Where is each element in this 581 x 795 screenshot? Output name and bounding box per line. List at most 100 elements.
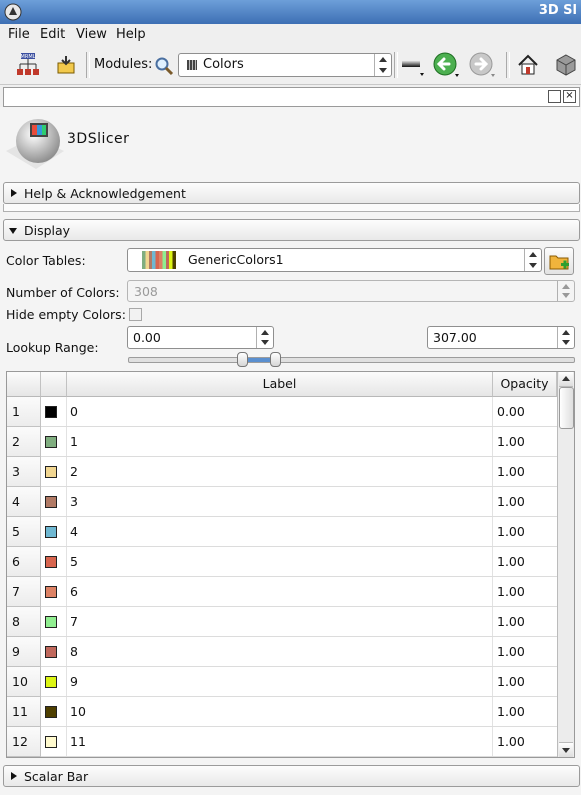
table-row[interactable]: 3 2 1.00 [7, 457, 557, 487]
label-cell[interactable]: 10 [70, 704, 86, 719]
color-swatch[interactable] [45, 526, 57, 538]
row-header[interactable]: 4 [7, 487, 41, 517]
label-cell[interactable]: 11 [70, 734, 86, 749]
color-swatch[interactable] [45, 616, 57, 628]
module-history-button[interactable] [398, 51, 426, 79]
row-header[interactable]: 12 [7, 727, 41, 757]
row-header[interactable]: 6 [7, 547, 41, 577]
help-acknowledgement-section[interactable]: Help & Acknowledgement [3, 182, 580, 204]
table-row[interactable]: 11 10 1.00 [7, 697, 557, 727]
table-row[interactable]: 1 0 0.00 [7, 397, 557, 427]
table-row[interactable]: 4 3 1.00 [7, 487, 557, 517]
range-slider-track[interactable] [128, 357, 575, 363]
color-swatch[interactable] [45, 406, 57, 418]
color-column-header[interactable] [41, 372, 67, 397]
float-icon[interactable] [548, 90, 561, 103]
opacity-cell[interactable]: 1.00 [497, 434, 525, 449]
opacity-cell[interactable]: 1.00 [497, 734, 525, 749]
scalar-bar-section[interactable]: Scalar Bar [3, 765, 580, 787]
range-slider-min-handle[interactable] [237, 352, 248, 367]
module-selector-arrows[interactable] [374, 54, 391, 76]
label-cell[interactable]: 5 [70, 554, 78, 569]
opacity-cell[interactable]: 0.00 [497, 404, 525, 419]
label-cell[interactable]: 8 [70, 644, 78, 659]
label-cell[interactable]: 3 [70, 494, 78, 509]
range-min-spin[interactable] [256, 327, 273, 348]
row-header[interactable]: 7 [7, 577, 41, 607]
color-table-selector[interactable]: GenericColors1 [127, 248, 542, 272]
module-selector[interactable]: Colors [178, 53, 392, 77]
row-header[interactable]: 3 [7, 457, 41, 487]
menu-file[interactable]: File [8, 27, 30, 42]
range-max-spinbox[interactable]: 307.00 [427, 326, 575, 349]
opacity-cell[interactable]: 1.00 [497, 674, 525, 689]
table-row[interactable]: 7 6 1.00 [7, 577, 557, 607]
close-icon[interactable]: × [563, 90, 576, 103]
label-cell[interactable]: 4 [70, 524, 78, 539]
color-swatch[interactable] [45, 676, 57, 688]
label-cell[interactable]: 1 [70, 434, 78, 449]
color-swatch[interactable] [45, 496, 57, 508]
table-scrollbar[interactable] [557, 372, 574, 757]
home-button[interactable] [514, 51, 542, 79]
color-swatch[interactable] [45, 586, 57, 598]
opacity-cell[interactable]: 1.00 [497, 494, 525, 509]
opacity-cell[interactable]: 1.00 [497, 644, 525, 659]
range-max-spin[interactable] [557, 327, 574, 348]
hide-empty-colors-checkbox[interactable] [129, 308, 142, 321]
row-index: 9 [12, 644, 20, 659]
table-row[interactable]: 2 1 1.00 [7, 427, 557, 457]
range-min-spinbox[interactable]: 0.00 [127, 326, 274, 349]
color-table-arrows[interactable] [524, 249, 541, 271]
menu-edit[interactable]: Edit [40, 27, 65, 42]
color-swatch[interactable] [45, 646, 57, 658]
color-swatch[interactable] [45, 466, 57, 478]
opacity-cell[interactable]: 1.00 [497, 584, 525, 599]
color-swatch[interactable] [45, 556, 57, 568]
menu-bar: File Edit View Help [0, 24, 581, 46]
search-icon[interactable] [154, 56, 174, 76]
label-cell[interactable]: 7 [70, 614, 78, 629]
scroll-down-button[interactable] [559, 742, 573, 757]
label-cell[interactable]: 6 [70, 584, 78, 599]
menu-view[interactable]: View [76, 27, 107, 42]
row-header[interactable]: 11 [7, 697, 41, 727]
extension-button[interactable] [552, 51, 580, 79]
opacity-cell[interactable]: 1.00 [497, 464, 525, 479]
table-row[interactable]: 10 9 1.00 [7, 667, 557, 697]
scroll-up-button[interactable] [559, 372, 573, 387]
opacity-cell[interactable]: 1.00 [497, 524, 525, 539]
scroll-thumb[interactable] [559, 387, 574, 429]
table-row[interactable]: 5 4 1.00 [7, 517, 557, 547]
color-swatch[interactable] [45, 706, 57, 718]
forward-button[interactable] [468, 51, 496, 79]
table-row[interactable]: 12 11 1.00 [7, 727, 557, 757]
save-scene-button[interactable] [52, 51, 80, 79]
range-slider-max-handle[interactable] [270, 352, 281, 367]
label-cell[interactable]: 2 [70, 464, 78, 479]
color-swatch[interactable] [45, 436, 57, 448]
back-button[interactable] [432, 51, 460, 79]
load-color-table-button[interactable] [544, 247, 574, 275]
row-header[interactable]: 2 [7, 427, 41, 457]
row-header[interactable]: 1 [7, 397, 41, 427]
row-header[interactable]: 8 [7, 607, 41, 637]
opacity-cell[interactable]: 1.00 [497, 704, 525, 719]
table-row[interactable]: 6 5 1.00 [7, 547, 557, 577]
label-cell[interactable]: 0 [70, 404, 78, 419]
row-header[interactable]: 9 [7, 637, 41, 667]
table-row[interactable]: 8 7 1.00 [7, 607, 557, 637]
opacity-cell[interactable]: 1.00 [497, 554, 525, 569]
opacity-cell[interactable]: 1.00 [497, 614, 525, 629]
display-section[interactable]: Display [3, 219, 580, 241]
row-header[interactable]: 5 [7, 517, 41, 547]
menu-help[interactable]: Help [116, 27, 146, 42]
label-column-header[interactable]: Label [67, 372, 493, 397]
table-row[interactable]: 9 8 1.00 [7, 637, 557, 667]
opacity-column-header[interactable]: Opacity [493, 372, 557, 397]
label-cell[interactable]: 9 [70, 674, 78, 689]
color-table-view[interactable]: Label Opacity 1 0 0.00 2 1 1.00 3 2 1.00 4 3 1.00 5 4… [6, 371, 575, 758]
load-scene-button[interactable]: MRML [14, 51, 42, 79]
row-header[interactable]: 10 [7, 667, 41, 697]
color-swatch[interactable] [45, 736, 57, 748]
